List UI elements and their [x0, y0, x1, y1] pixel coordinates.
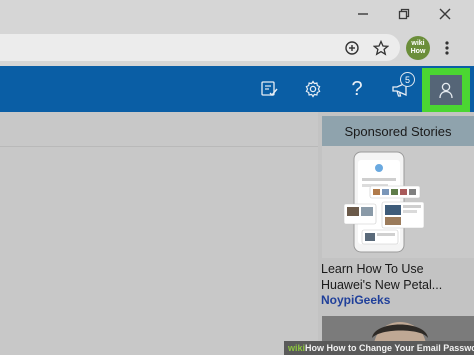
notification-badge: 5 [400, 72, 415, 87]
close-icon [439, 8, 451, 20]
zoom-in-icon [345, 41, 359, 55]
help-icon: ? [351, 77, 363, 100]
person-icon [439, 82, 453, 99]
todo-button[interactable] [258, 78, 280, 100]
minimize-button[interactable] [352, 3, 374, 25]
restore-button[interactable] [393, 3, 415, 25]
settings-button[interactable] [302, 78, 324, 100]
caption-strip: wikiHow How to Change Your Email Passwor… [284, 341, 474, 355]
address-field[interactable] [0, 34, 400, 61]
sponsored-heading: Sponsored Stories [322, 116, 474, 146]
ad-title-link[interactable]: Learn How To Use Huawei's New Petal... [321, 261, 473, 293]
brand-how: How [305, 343, 325, 353]
minimize-icon [358, 13, 368, 15]
window-titlebar [0, 0, 474, 28]
close-button[interactable] [434, 3, 456, 25]
star-icon [373, 40, 389, 56]
brand-wiki: wiki [288, 343, 306, 353]
extension-avatar[interactable]: wiki How [406, 36, 430, 60]
message-list-area [0, 112, 318, 355]
kebab-menu-icon [445, 41, 449, 55]
restore-icon [398, 8, 410, 20]
phone-illustration [343, 151, 425, 253]
divider [0, 146, 318, 147]
ad-image[interactable] [322, 146, 474, 258]
caption-text: How to Change Your Email Password [326, 343, 474, 353]
gear-icon [305, 80, 321, 98]
help-button[interactable]: ? [346, 78, 368, 100]
ad-source[interactable]: NoypiGeeks [321, 293, 390, 307]
todo-icon [261, 81, 278, 97]
zoom-button[interactable] [342, 38, 362, 58]
profile-button[interactable] [430, 75, 462, 105]
bookmark-button[interactable] [371, 38, 391, 58]
browser-toolbar: wiki How [0, 28, 474, 66]
browser-menu-button[interactable] [437, 38, 457, 58]
